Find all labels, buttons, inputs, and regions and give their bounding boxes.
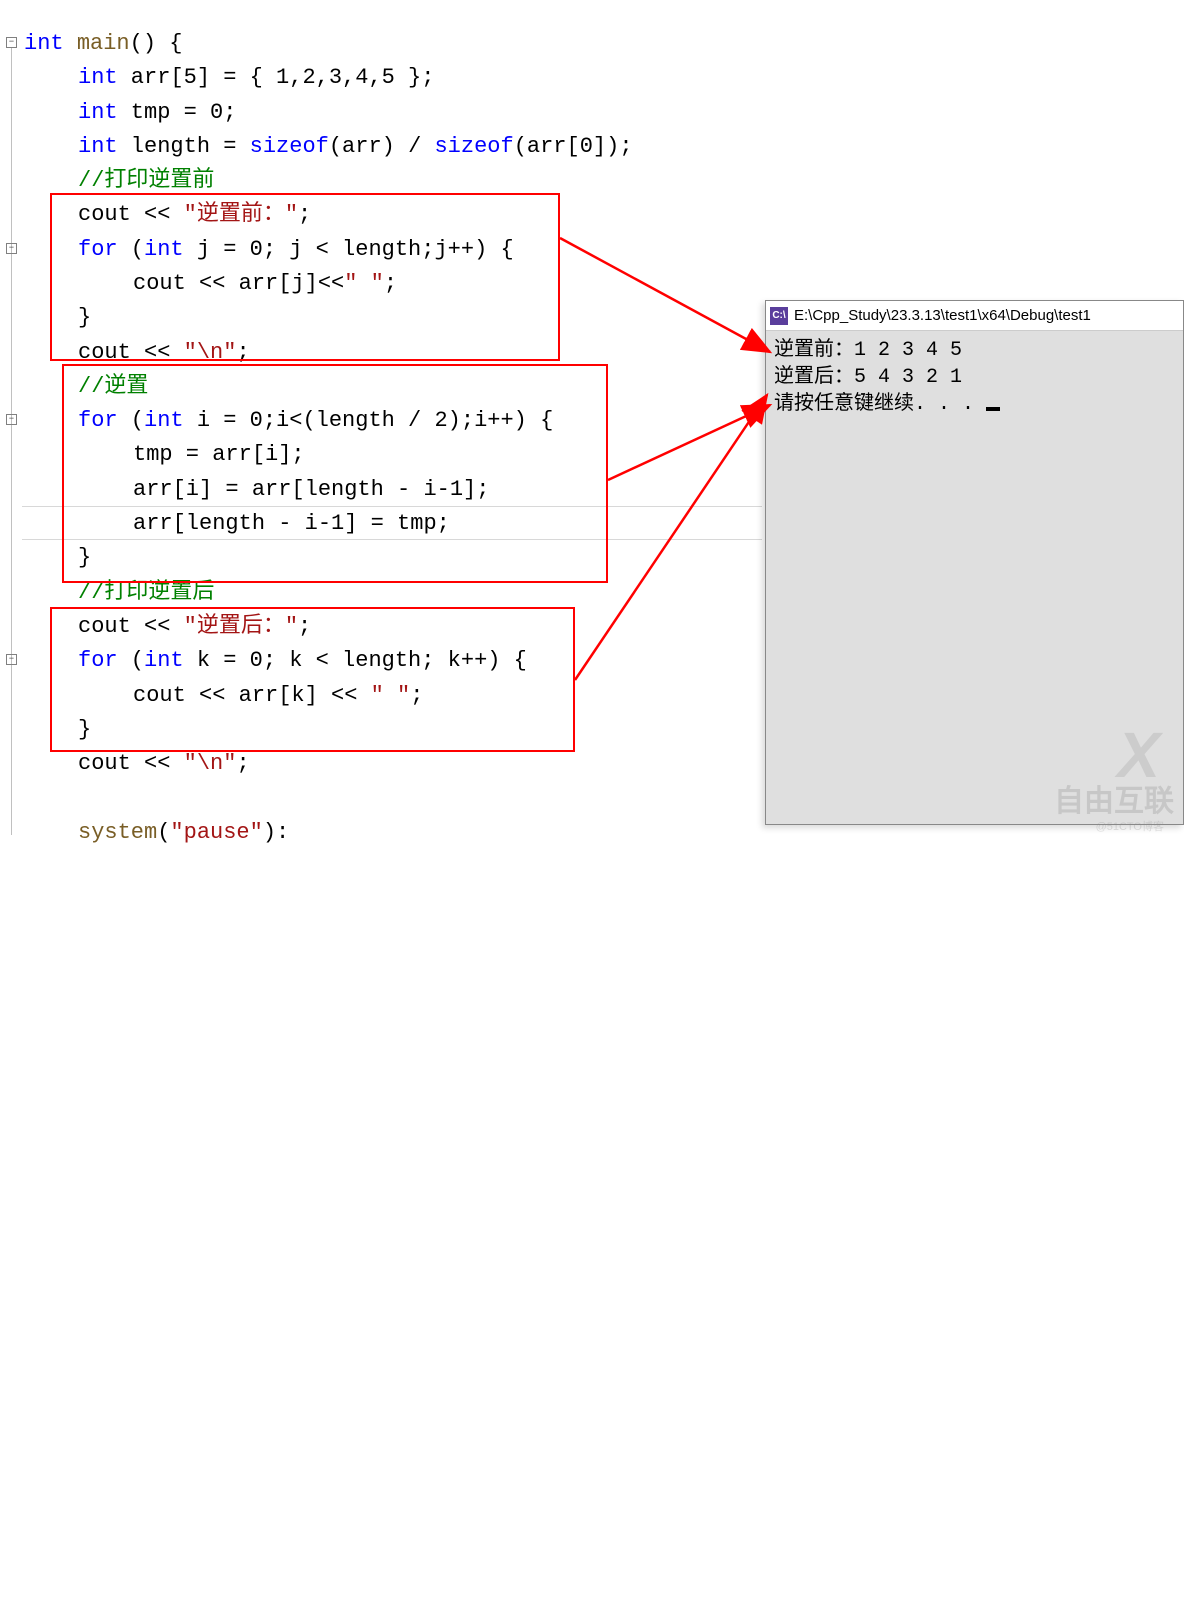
code-line: arr[i] = arr[length - i-1]; [133,473,489,507]
code-line: arr[length - i-1] = tmp; [133,507,450,541]
code-line: for (int j = 0; j < length;j++) { [78,233,514,267]
code-line: } [78,541,91,575]
fold-guide [11,48,12,835]
code-line: cout << "\n"; [78,336,250,370]
watermark-credit: @51CTO博客 [1096,818,1164,834]
fold-toggle[interactable]: − [6,654,17,665]
code-line: cout << "\n"; [78,747,250,781]
code-line: //打印逆置前 [78,164,214,198]
code-line: } [78,713,91,747]
console-output: 逆置前：1 2 3 4 5 逆置后：5 4 3 2 1 请按任意键继续. . . [766,331,1183,424]
fold-gutter: − − − − [0,0,22,840]
code-line: } [78,301,91,335]
code-line: for (int i = 0;i<(length / 2);i++) { [78,404,553,438]
console-title-text: E:\Cpp_Study\23.3.13\test1\x64\Debug\tes… [794,307,1091,324]
code-editor[interactable]: int main() { int arr[5] = { 1,2,3,4,5 };… [22,0,762,840]
console-titlebar[interactable]: C:\ E:\Cpp_Study\23.3.13\test1\x64\Debug… [766,301,1183,331]
code-line: for (int k = 0; k < length; k++) { [78,644,527,678]
code-line: cout << arr[k] << " "; [133,679,423,713]
code-line: int arr[5] = { 1,2,3,4,5 }; [78,61,434,95]
watermark-brand: 自由互联 [1054,776,1174,820]
fold-toggle[interactable]: − [6,37,17,48]
code-line: tmp = arr[i]; [133,438,305,472]
code-line: cout << arr[j]<<" "; [133,267,397,301]
code-line: int main() { [24,27,182,61]
code-line: cout << "逆置前："; [78,198,311,232]
code-line: int tmp = 0; [78,96,236,130]
fold-toggle[interactable]: − [6,243,17,254]
console-cursor [986,407,1000,411]
code-line: //逆置 [78,370,148,404]
code-line: system("pause"): [78,816,289,850]
fold-toggle[interactable]: − [6,414,17,425]
code-line: //打印逆置后 [78,576,214,610]
console-icon: C:\ [770,307,788,325]
code-line: int length = sizeof(arr) / sizeof(arr[0]… [78,130,633,164]
code-line: cout << "逆置后："; [78,610,311,644]
